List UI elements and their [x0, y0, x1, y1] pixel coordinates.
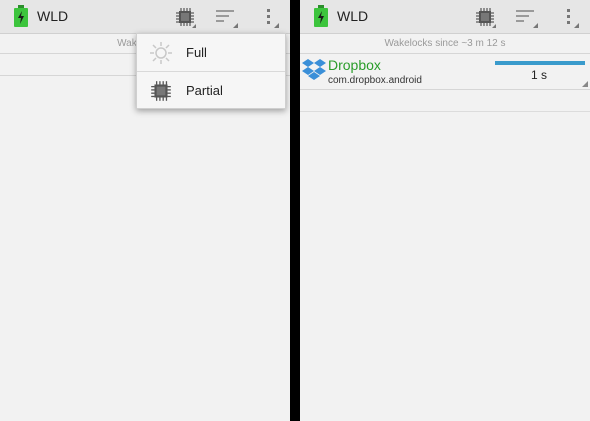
- overflow-menu-icon[interactable]: [562, 6, 584, 28]
- menu-item-full[interactable]: Full: [137, 34, 285, 70]
- menu-item-partial[interactable]: Partial: [137, 72, 285, 108]
- battery-icon[interactable]: [313, 5, 329, 27]
- corner-indicator: [582, 81, 588, 87]
- app-name: Dropbox: [328, 57, 381, 73]
- chip-icon[interactable]: [474, 6, 496, 28]
- menu-item-label: Full: [186, 45, 207, 60]
- progress-fill: [495, 61, 585, 65]
- right-screen: WLD Wakelocks since ~3 m 12 s Dropbox co…: [300, 0, 590, 421]
- subheader: Wakelocks since ~3 m 12 s: [300, 34, 590, 54]
- battery-icon[interactable]: [13, 5, 29, 27]
- chip-icon[interactable]: [174, 6, 196, 28]
- wakelock-type-menu: Full Partial: [136, 33, 286, 109]
- overflow-menu-icon[interactable]: [262, 6, 284, 28]
- dropbox-icon: [302, 58, 326, 80]
- sun-icon: [149, 41, 173, 65]
- progress-bar: [495, 61, 585, 65]
- action-bar: WLD: [300, 0, 590, 34]
- divider: [300, 111, 590, 112]
- chip-icon: [149, 79, 173, 103]
- list-item[interactable]: Dropbox com.dropbox.android 1 s: [300, 54, 590, 90]
- sort-icon[interactable]: [514, 6, 538, 28]
- app-title: WLD: [337, 8, 369, 24]
- action-bar: WLD: [0, 0, 290, 34]
- menu-item-label: Partial: [186, 83, 223, 98]
- package-name: com.dropbox.android: [328, 75, 422, 86]
- wakelock-time: 1 s: [531, 68, 548, 82]
- left-screen: WLD Full Partial: [0, 0, 290, 421]
- app-title: WLD: [37, 8, 69, 24]
- sort-icon[interactable]: [214, 6, 238, 28]
